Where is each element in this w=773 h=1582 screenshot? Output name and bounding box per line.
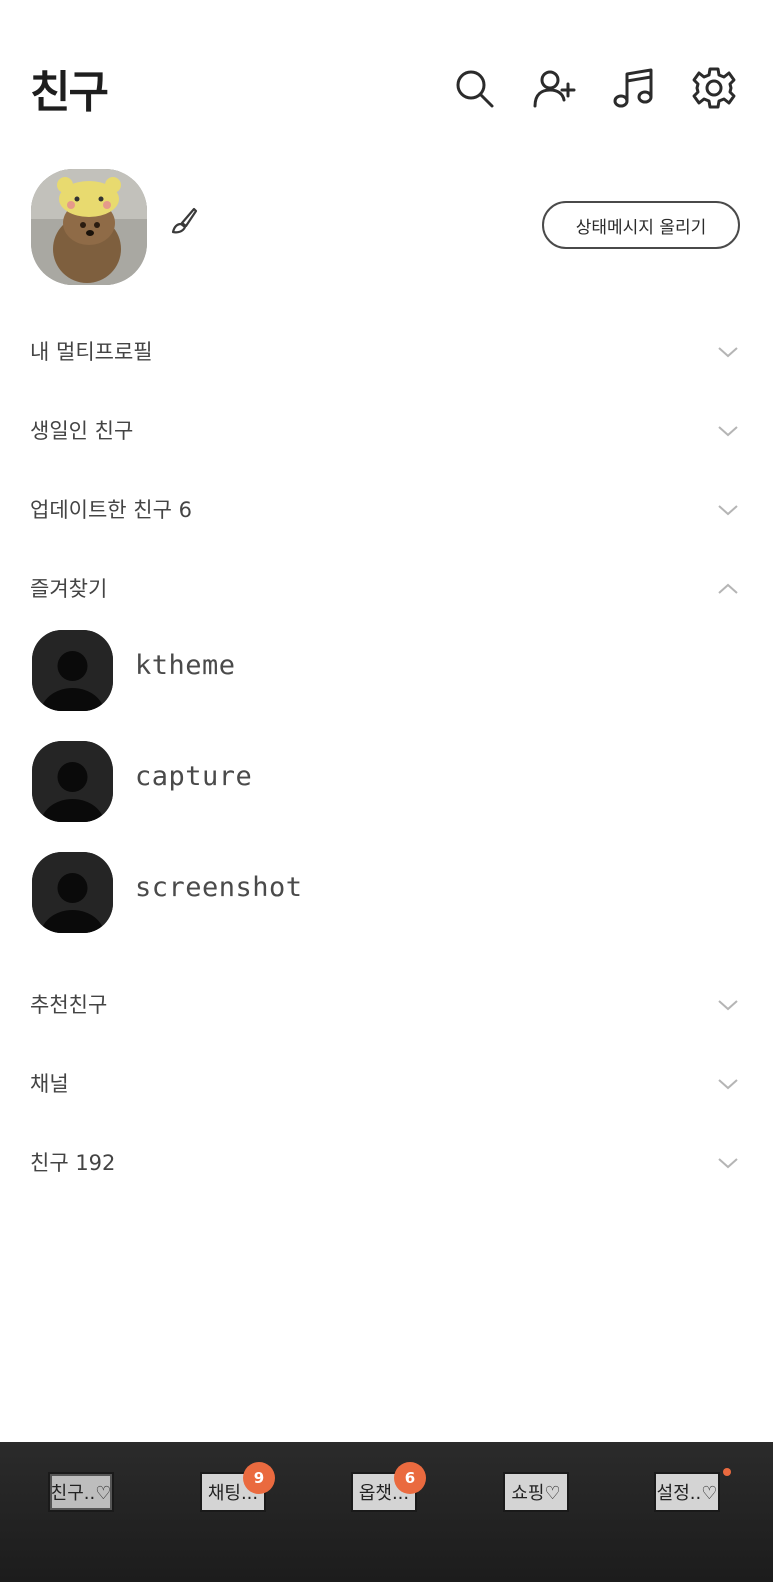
chevron-down-icon [718, 347, 738, 358]
friend-name: ktheme [135, 650, 236, 681]
avatar [32, 630, 113, 711]
tab-settings[interactable]: 설정..♡ [654, 1472, 720, 1512]
section-label: 생일인 친구 [30, 419, 134, 443]
list-item[interactable]: ktheme [0, 630, 773, 720]
notification-dot [723, 1468, 731, 1476]
chevron-down-icon [718, 1079, 738, 1090]
section-label: 즐겨찾기 [30, 577, 108, 601]
brush-icon[interactable] [168, 205, 200, 237]
tab-friends[interactable]: 친구..♡ [48, 1472, 114, 1512]
section-label: 추천친구 [30, 993, 108, 1017]
list-item[interactable]: screenshot [0, 852, 773, 942]
tab-shopping[interactable]: 쇼핑♡ [503, 1472, 569, 1512]
my-profile[interactable]: 상태메시지 올리기 [0, 165, 773, 290]
search-icon[interactable] [452, 66, 496, 110]
list-item[interactable]: capture [0, 741, 773, 831]
section-label: 친구 192 [30, 1151, 116, 1175]
chevron-down-icon [718, 1158, 738, 1169]
add-friend-icon[interactable] [532, 66, 576, 110]
section-birthday-friends[interactable]: 생일인 친구 [0, 401, 773, 461]
chevron-up-icon [718, 583, 738, 594]
unread-badge: 9 [243, 1462, 275, 1494]
section-channels[interactable]: 채널 [0, 1054, 773, 1114]
chevron-down-icon [718, 426, 738, 437]
post-status-message-button[interactable]: 상태메시지 올리기 [542, 201, 740, 249]
section-label: 내 멀티프로필 [30, 340, 153, 364]
avatar [32, 852, 113, 933]
music-icon[interactable] [612, 66, 656, 110]
section-updated-friends[interactable]: 업데이트한 친구 6 [0, 480, 773, 540]
header: 친구 [0, 0, 773, 150]
section-favorites[interactable]: 즐겨찾기 [0, 559, 773, 619]
friend-name: screenshot [135, 872, 303, 903]
friend-name: capture [135, 761, 253, 792]
bottom-tab-bar: 친구..♡ 채팅... 9 옵챗... 6 쇼핑♡ 설정..♡ [0, 1442, 773, 1582]
my-profile-photo[interactable] [31, 169, 147, 285]
chevron-down-icon [718, 505, 738, 516]
avatar [32, 741, 113, 822]
section-multi-profile[interactable]: 내 멀티프로필 [0, 322, 773, 382]
section-recommended-friends[interactable]: 추천친구 [0, 975, 773, 1035]
chevron-down-icon [718, 1000, 738, 1011]
unread-badge: 6 [394, 1462, 426, 1494]
settings-icon[interactable] [692, 66, 736, 110]
section-label: 채널 [30, 1072, 69, 1096]
page-title: 친구 [30, 67, 109, 118]
section-label: 업데이트한 친구 6 [30, 498, 192, 522]
section-friends[interactable]: 친구 192 [0, 1133, 773, 1193]
